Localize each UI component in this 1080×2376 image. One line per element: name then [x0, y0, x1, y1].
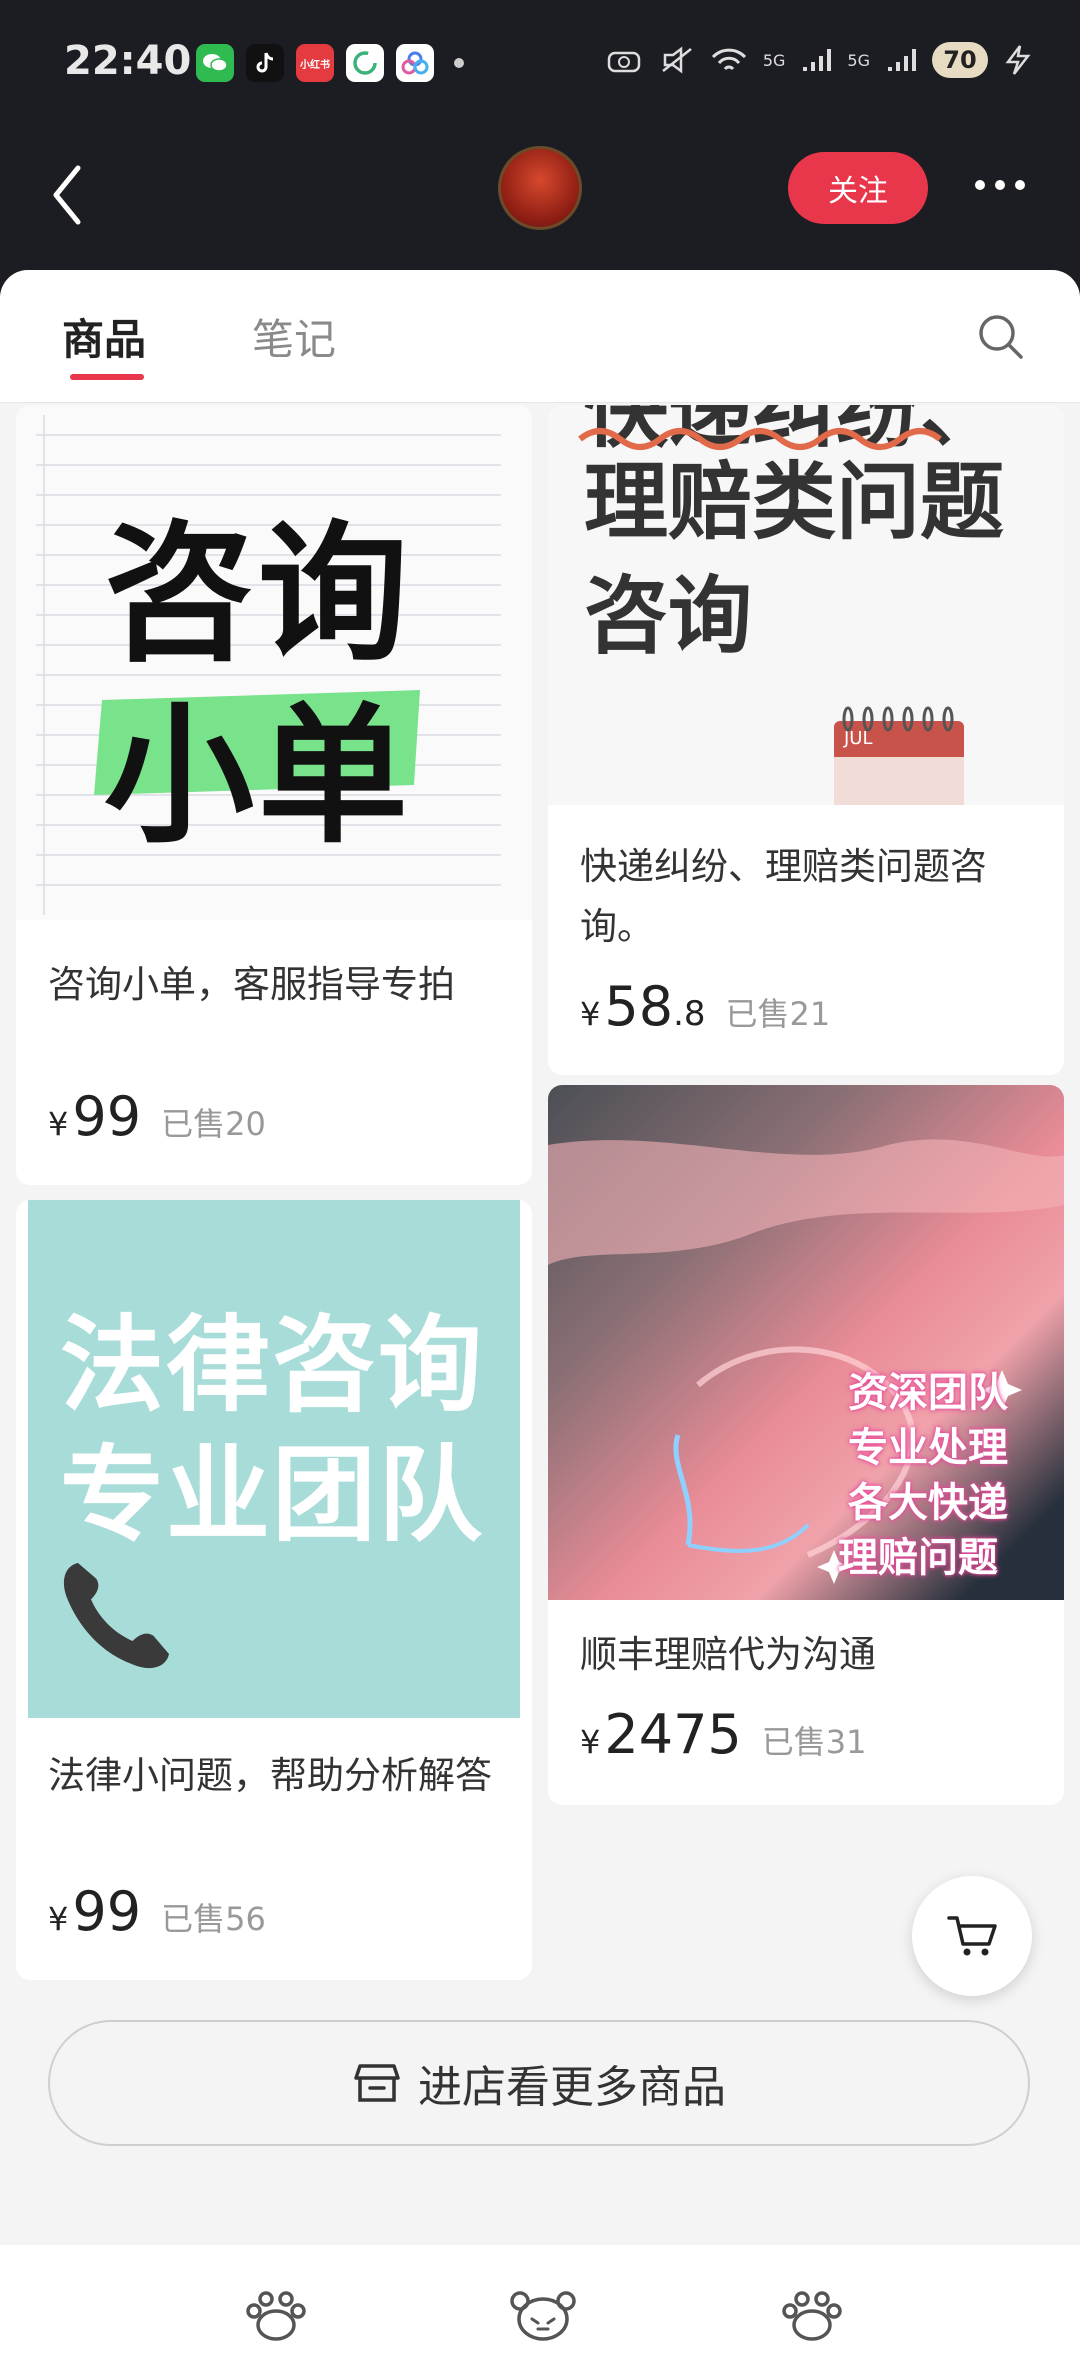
- currency-symbol: ¥: [580, 1723, 601, 1761]
- wifi-icon: [711, 48, 746, 71]
- product-image: 快递纠纷、 理赔类问题 咨询 JUL: [548, 405, 1064, 805]
- xiaohongshu-icon: 小红书: [296, 44, 334, 82]
- network-5g-label-2: 5G: [847, 50, 870, 70]
- active-tab-indicator: [70, 374, 144, 380]
- system-status: 5G 5G 70: [605, 42, 1036, 78]
- image-text-line: 专业团队: [60, 1434, 485, 1556]
- product-title: 快递纠纷、理赔类问题咨询。: [580, 845, 987, 948]
- phone-icon: [63, 1563, 169, 1669]
- status-time: 22:40: [64, 38, 192, 84]
- tab-notes[interactable]: 笔记: [252, 306, 336, 367]
- product-price: ¥ 99 已售56: [48, 1880, 266, 1943]
- network-5g-label: 5G: [762, 50, 786, 70]
- tiktok-icon: [246, 44, 284, 82]
- cloud-app-icon: [396, 44, 434, 82]
- product-image: 咨询 小单: [16, 405, 532, 920]
- signal-icon: [803, 49, 832, 71]
- bottom-navigation: [0, 2245, 1080, 2376]
- sold-count: 已售20: [161, 1105, 266, 1143]
- image-text-line: 资深团队: [848, 1370, 1008, 1416]
- product-title: 顺丰理赔代为沟通: [580, 1633, 876, 1676]
- image-text-line: 专业处理: [848, 1425, 1008, 1471]
- follow-button[interactable]: 关注: [788, 152, 928, 224]
- price-value: 99: [72, 1085, 142, 1148]
- price-value: 2475: [604, 1703, 742, 1766]
- product-title: 法律小问题，帮助分析解答: [48, 1754, 492, 1797]
- product-image: 法律咨询 专业团队: [28, 1200, 520, 1718]
- visit-store-label: 进店看更多商品: [418, 2062, 726, 2113]
- tab-bar: 商品 笔记: [0, 270, 1080, 403]
- status-bar: 22:40 小红书 5G 5G 70: [0, 0, 1080, 130]
- image-text-line: 小单: [104, 690, 413, 864]
- paw-icon[interactable]: [780, 2289, 844, 2343]
- product-card[interactable]: 咨询 小单 咨询小单，客服指导专拍 ¥ 99 已售20: [16, 405, 532, 1185]
- sold-count: 已售21: [725, 995, 831, 1033]
- calendar-icon: JUL: [834, 705, 964, 805]
- more-options-icon[interactable]: [968, 170, 1032, 200]
- mute-icon: [662, 46, 692, 74]
- battery-indicator: 70: [932, 42, 988, 78]
- search-icon[interactable]: [976, 312, 1024, 360]
- image-text-line: 法律咨询: [60, 1304, 485, 1426]
- price-value: 58: [604, 975, 674, 1038]
- image-text-line: 理赔问题: [838, 1535, 998, 1581]
- product-price: ¥ 2475 已售31: [580, 1703, 867, 1766]
- product-image: 资深团队 专业处理 各大快递 理赔问题: [548, 1085, 1064, 1600]
- product-title: 咨询小单，客服指导专拍: [48, 963, 455, 1006]
- product-card[interactable]: 法律咨询 专业团队 法律小问题，帮助分析解答 ¥ 99 已售56: [16, 1200, 532, 1980]
- price-decimal: .8: [673, 994, 706, 1034]
- notification-icons: 小红书: [196, 44, 464, 82]
- more-notifications-dot: [454, 58, 464, 68]
- currency-symbol: ¥: [48, 1105, 69, 1143]
- alarm-icon: [607, 51, 641, 73]
- image-text-line: 各大快递: [848, 1480, 1008, 1526]
- image-text-line: 理赔类问题: [584, 453, 1005, 551]
- home-bear-icon[interactable]: [508, 2289, 578, 2343]
- store-sheet: 商品 笔记 咨询 小单 咨询小单，客服指导专拍 ¥ 99 已售20 快递纠纷、 …: [0, 270, 1080, 2245]
- circle-app-icon: [346, 44, 384, 82]
- image-text-line: 咨询: [584, 567, 753, 665]
- currency-symbol: ¥: [48, 1900, 69, 1938]
- store-icon: [354, 2064, 400, 2102]
- store-avatar[interactable]: [498, 146, 582, 230]
- back-arrow-icon[interactable]: [48, 160, 88, 230]
- price-value: 99: [72, 1880, 142, 1943]
- cart-icon: [947, 1916, 997, 1956]
- sold-count: 已售31: [761, 1723, 867, 1761]
- product-price: ¥ 99 已售20: [48, 1085, 266, 1148]
- charging-icon: [1005, 45, 1031, 75]
- tab-products[interactable]: 商品: [62, 306, 146, 367]
- paw-icon[interactable]: [244, 2289, 308, 2343]
- product-price: ¥ 58 .8 已售21: [580, 975, 830, 1038]
- product-card[interactable]: 资深团队 专业处理 各大快递 理赔问题 顺丰理赔代为沟通 ¥ 2475 已售31: [548, 1085, 1064, 1805]
- wechat-icon: [196, 44, 234, 82]
- signal-icon-2: [888, 49, 916, 71]
- currency-symbol: ¥: [580, 995, 601, 1033]
- product-card[interactable]: 快递纠纷、 理赔类问题 咨询 JUL 快递纠纷、理赔类问题咨询。 ¥ 58 .8…: [548, 405, 1064, 1075]
- store-header: 关注: [0, 130, 1080, 270]
- visit-store-button[interactable]: 进店看更多商品: [48, 2020, 1030, 2146]
- sold-count: 已售56: [161, 1900, 266, 1938]
- shopping-cart-button[interactable]: [912, 1876, 1032, 1996]
